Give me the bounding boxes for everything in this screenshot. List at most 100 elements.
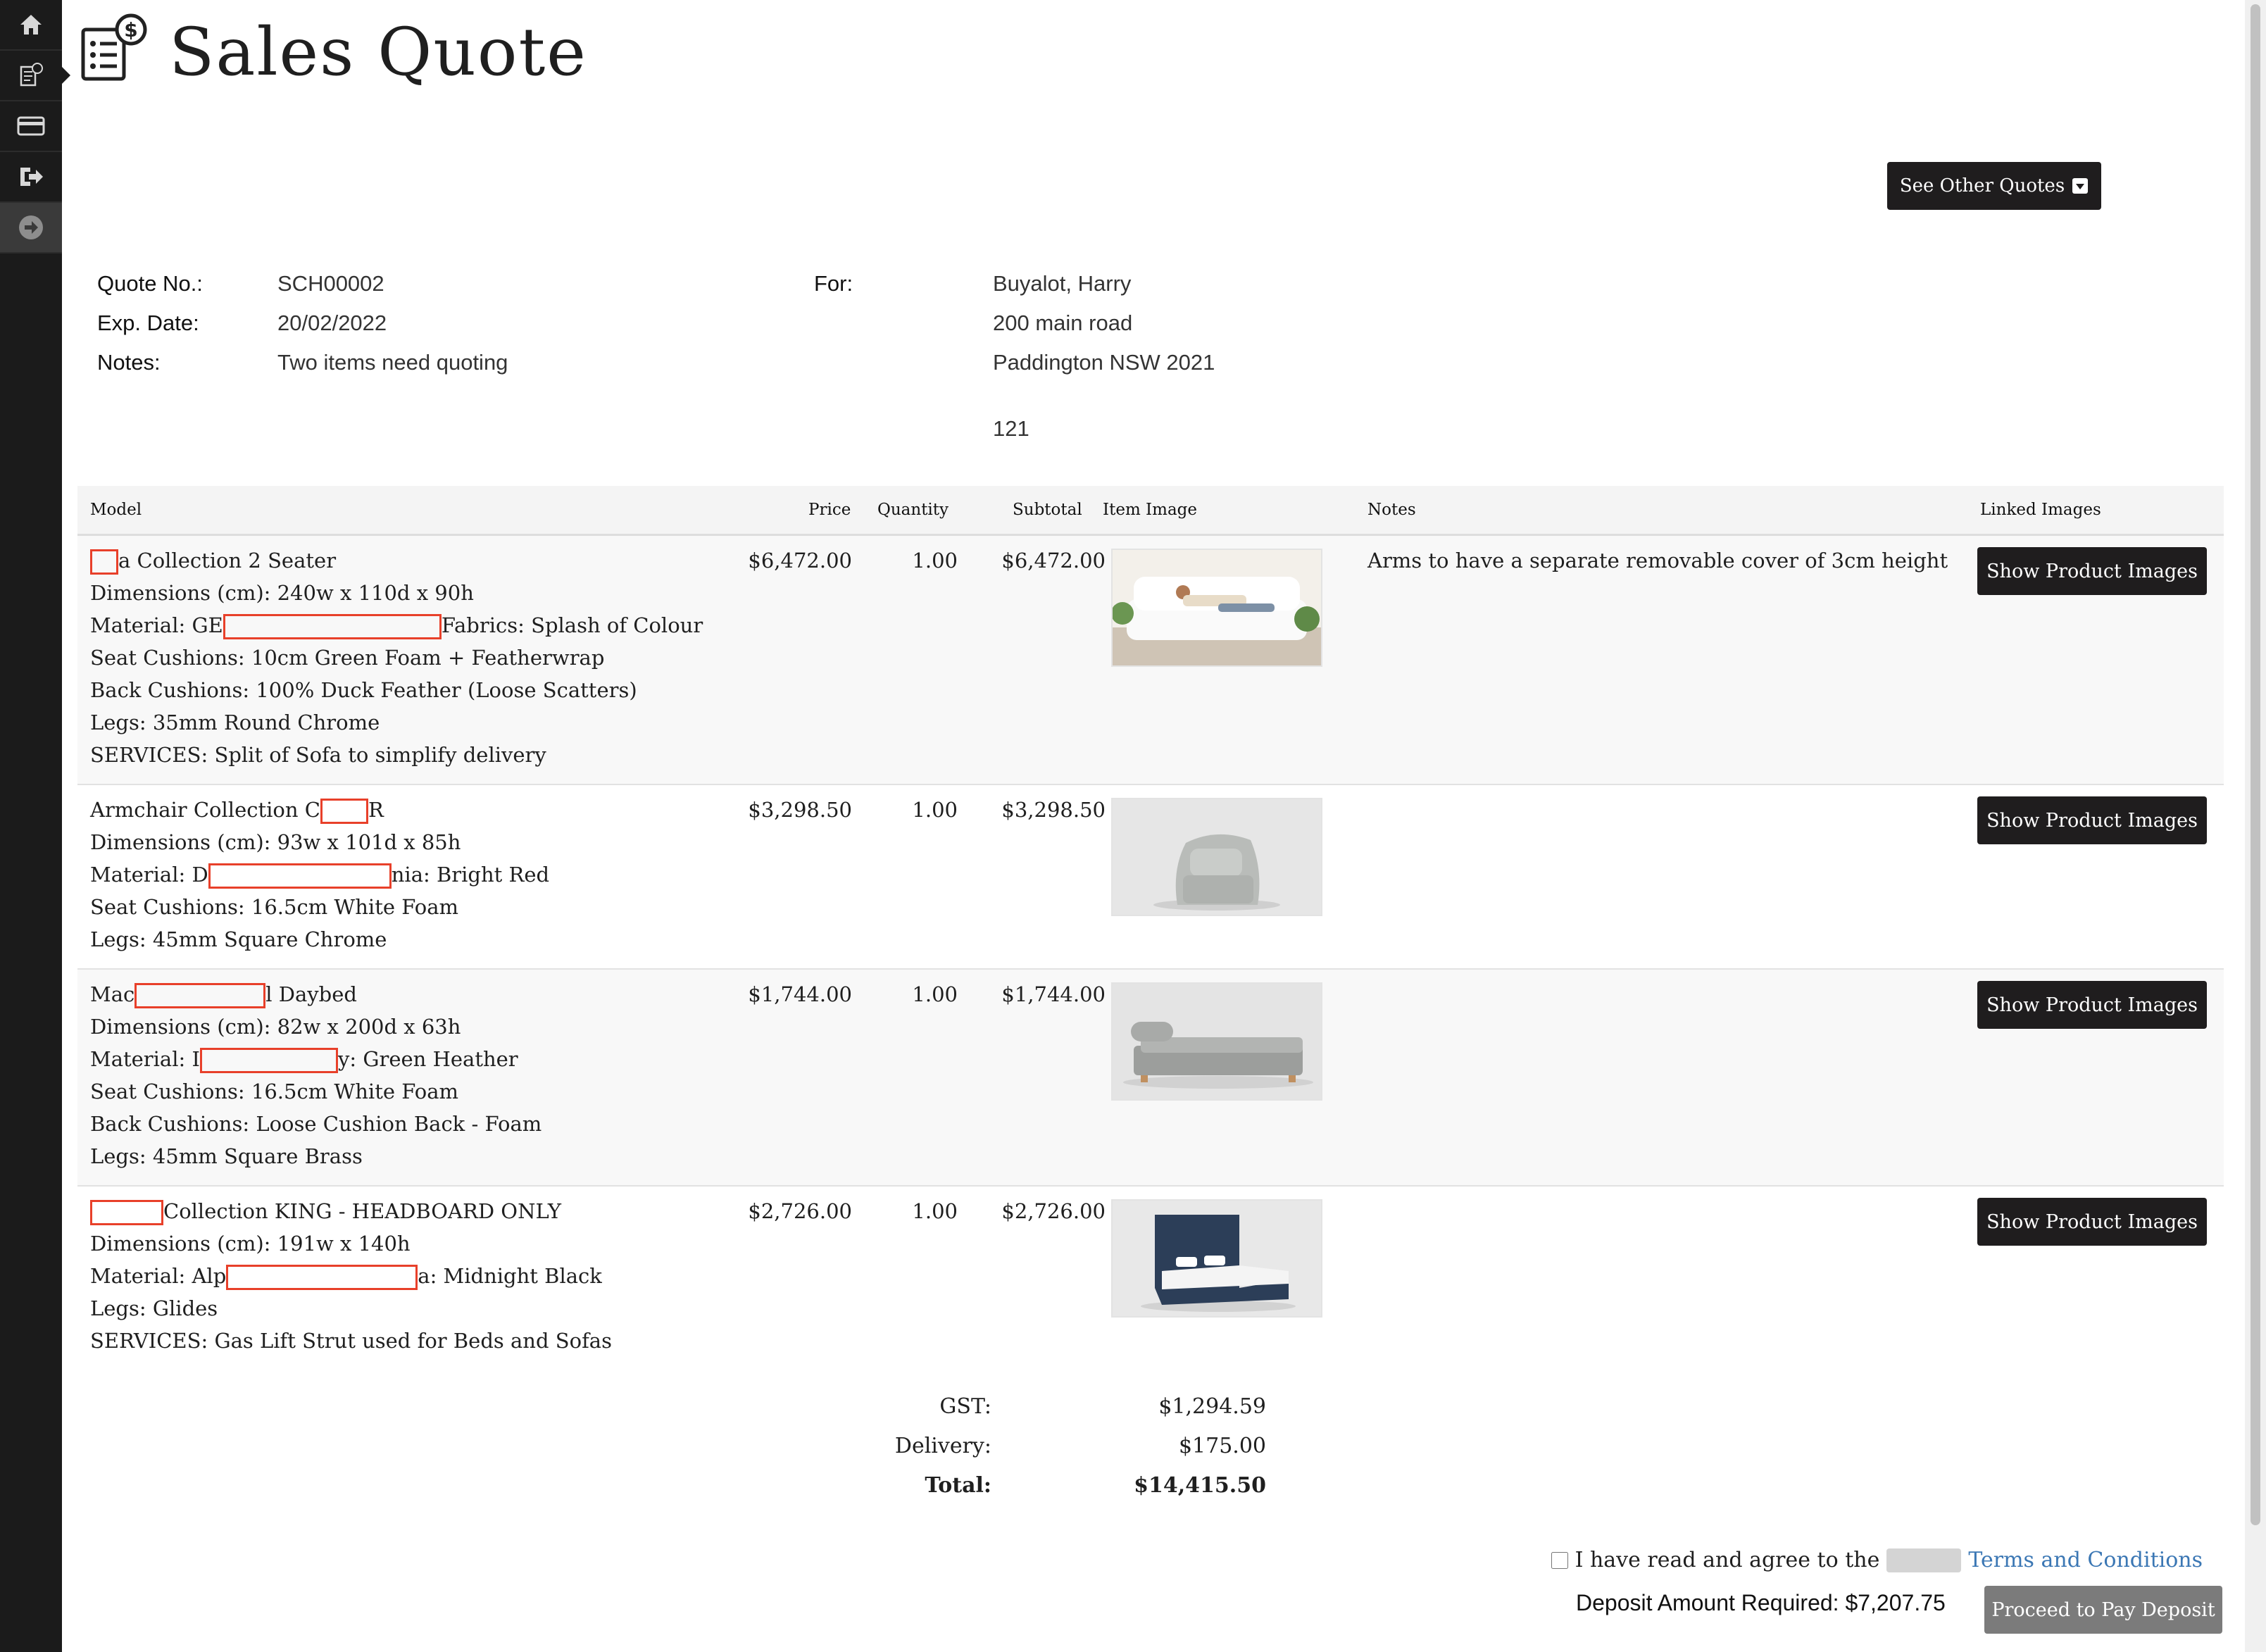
- quantity-cell: 1.00: [912, 1199, 958, 1223]
- model-spec: SERVICES: Gas Lift Strut used for Beds a…: [90, 1329, 612, 1353]
- armchair-product-image: [1113, 799, 1321, 915]
- customer-address-line1: 200 main road: [993, 311, 1133, 335]
- model-spec: Legs: Glides: [90, 1296, 218, 1320]
- model-name-part: R: [368, 798, 384, 822]
- model-name: Mac: [90, 982, 135, 1006]
- table-header: Model Price Quantity Subtotal Item Image…: [77, 486, 2224, 536]
- credit-card-icon: [17, 116, 45, 136]
- subtotal-cell: $2,726.00: [1001, 1199, 1106, 1223]
- see-other-quotes-label: See Other Quotes: [1899, 175, 2065, 196]
- col-subtotal: Subtotal: [1013, 501, 1082, 519]
- terms-link[interactable]: Terms and Conditions: [1968, 1548, 2203, 1572]
- col-linked-images: Linked Images: [1980, 501, 2101, 519]
- model-spec: Seat Cushions: 16.5cm White Foam: [90, 895, 459, 919]
- model-dimensions: Dimensions (cm): 191w x 140h: [90, 1232, 411, 1256]
- model-material: Material: I: [90, 1047, 200, 1071]
- col-notes: Notes: [1367, 501, 1416, 519]
- quantity-cell: 1.00: [912, 549, 958, 572]
- col-item-image: Item Image: [1103, 501, 1198, 519]
- sidebar-item-home[interactable]: [0, 0, 62, 51]
- redacted-text: [208, 863, 392, 889]
- quote-icon: [20, 63, 43, 87]
- model-spec: Seat Cushions: 10cm Green Foam + Feather…: [90, 646, 605, 670]
- customer-info: For: Buyalot, Harry 200 main road Padding…: [814, 271, 1215, 456]
- show-product-images-button[interactable]: Show Product Images: [1977, 547, 2207, 595]
- model-spec: Back Cushions: Loose Cushion Back - Foam: [90, 1112, 542, 1136]
- show-product-images-button[interactable]: Show Product Images: [1977, 796, 2207, 844]
- quote-notes: Two items need quoting: [277, 350, 508, 375]
- scrollbar-thumb[interactable]: [2251, 4, 2260, 1525]
- item-image: [1111, 1199, 1322, 1318]
- item-image: [1111, 549, 1322, 667]
- price-cell: $1,744.00: [748, 982, 852, 1006]
- quote-number-label: Quote No.:: [97, 271, 203, 296]
- bed-product-image: [1113, 1201, 1321, 1316]
- price-cell: $3,298.50: [748, 798, 852, 822]
- model-spec: Seat Cushions: 16.5cm White Foam: [90, 1080, 459, 1103]
- redacted-text: [199, 1048, 338, 1073]
- logout-icon: [20, 168, 43, 186]
- daybed-product-image: [1113, 984, 1321, 1099]
- for-label: For:: [814, 271, 853, 296]
- table-row: Collection KING - HEADBOARD ONLY Dimensi…: [77, 1187, 2224, 1381]
- delivery-value: $175.00: [1178, 1434, 1266, 1458]
- show-product-images-button[interactable]: Show Product Images: [1977, 1198, 2207, 1246]
- subtotal-cell: $6,472.00: [1001, 549, 1106, 572]
- quantity-cell: 1.00: [912, 982, 958, 1006]
- price-cell: $6,472.00: [748, 549, 852, 572]
- exp-date: 20/02/2022: [277, 311, 387, 335]
- model-cell: Collection KING - HEADBOARD ONLY Dimensi…: [90, 1195, 612, 1357]
- total-label: Total:: [925, 1473, 991, 1498]
- model-fabric: nia: Bright Red: [391, 863, 550, 887]
- sofa-product-image: [1113, 550, 1321, 665]
- sidebar-item-forward[interactable]: [0, 203, 62, 254]
- see-other-quotes-button[interactable]: See Other Quotes: [1887, 162, 2101, 210]
- model-name: Armchair Collection C: [90, 798, 320, 822]
- col-model: Model: [90, 501, 142, 519]
- model-dimensions: Dimensions (cm): 82w x 200d x 63h: [90, 1015, 461, 1039]
- scrollbar[interactable]: [2245, 0, 2266, 1652]
- proceed-to-pay-deposit-button[interactable]: Proceed to Pay Deposit: [1984, 1586, 2222, 1634]
- caret-down-square-icon: [2072, 178, 2089, 194]
- item-image: [1111, 982, 1322, 1101]
- sidebar-item-quotes[interactable]: [0, 51, 70, 101]
- model-dimensions: Dimensions (cm): 240w x 110d x 90h: [90, 581, 474, 605]
- svg-text:$: $: [124, 18, 137, 42]
- sidebar-item-payments[interactable]: [0, 101, 62, 152]
- table-row: Armchair Collection C R Dimensions (cm): …: [77, 785, 2224, 970]
- terms-checkbox[interactable]: [1551, 1551, 1568, 1569]
- total-value: $14,415.50: [1134, 1473, 1266, 1498]
- sidebar-item-logout[interactable]: [0, 152, 62, 203]
- arrow-right-circle-icon: [19, 215, 43, 239]
- table-row: Mac l Daybed Dimensions (cm): 82w x 200d …: [77, 970, 2224, 1187]
- customer-name: Buyalot, Harry: [993, 271, 1132, 296]
- customer-address-line2: Paddington NSW 2021: [993, 350, 1215, 375]
- quote-notes-label: Notes:: [97, 350, 161, 375]
- terms-agreement: I have read and agree to the Terms and C…: [1551, 1548, 2203, 1572]
- redacted-text: [90, 549, 118, 575]
- show-product-images-button[interactable]: Show Product Images: [1977, 981, 2207, 1029]
- col-quantity: Quantity: [877, 501, 949, 519]
- main-content: $ Sales Quote See Other Quotes Quote No.…: [62, 0, 2245, 1652]
- model-cell: Armchair Collection C R Dimensions (cm): …: [90, 794, 549, 956]
- model-spec: Legs: 45mm Square Brass: [90, 1144, 363, 1168]
- gst-label: GST:: [939, 1394, 991, 1419]
- model-fabric: a: Midnight Black: [418, 1264, 602, 1288]
- col-price: Price: [808, 501, 851, 519]
- gst-value: $1,294.59: [1158, 1394, 1266, 1419]
- redacted-text: [134, 983, 266, 1008]
- redacted-text: [226, 1265, 418, 1290]
- quote-meta: Quote No.: SCH00002 Exp. Date: 20/02/2022 …: [97, 271, 508, 389]
- customer-extra: 121: [993, 416, 1029, 441]
- page-title: Sales Quote: [169, 14, 587, 91]
- model-spec: Legs: 35mm Round Chrome: [90, 711, 380, 734]
- model-fabric: Fabrics: Splash of Colour: [441, 613, 703, 637]
- model-material: Material: GE: [90, 613, 223, 637]
- redacted-text: [320, 799, 368, 824]
- model-spec: Back Cushions: 100% Duck Feather (Loose …: [90, 678, 637, 702]
- home-icon: [20, 15, 42, 35]
- model-cell: Mac l Daybed Dimensions (cm): 82w x 200d …: [90, 978, 542, 1172]
- model-material: Material: Alp: [90, 1264, 227, 1288]
- subtotal-cell: $1,744.00: [1001, 982, 1106, 1006]
- totals: GST: $1,294.59 Delivery: $175.00 Total: $14…: [815, 1394, 1266, 1513]
